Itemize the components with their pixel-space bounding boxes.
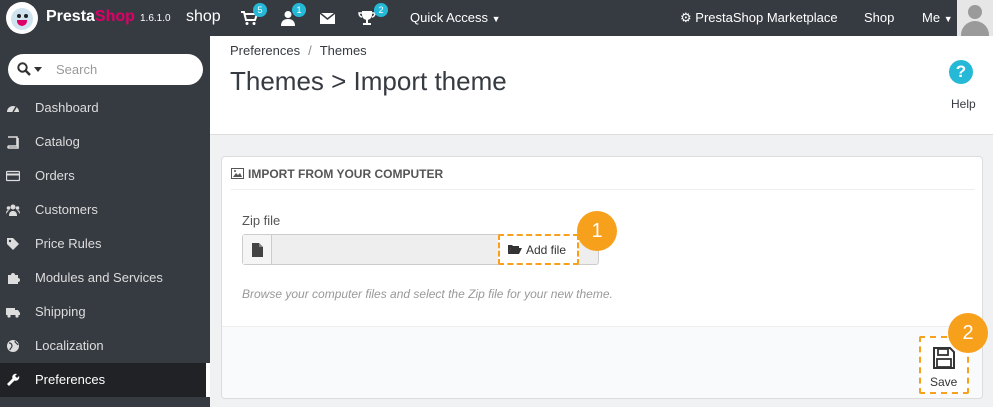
page-title: Themes > Import theme xyxy=(230,66,507,96)
trophy-icon[interactable] xyxy=(358,10,376,26)
import-panel: Import from your computer Zip file Add f… xyxy=(221,156,983,399)
envelope-icon[interactable] xyxy=(319,10,337,26)
picture-icon xyxy=(231,168,244,179)
sidebar-item-shipping[interactable]: Shipping xyxy=(0,295,210,329)
add-file-button[interactable]: Add file xyxy=(498,234,579,265)
folder-open-icon xyxy=(508,245,522,254)
help-icon[interactable]: ? xyxy=(949,60,973,84)
sidebar-item-customers[interactable]: Customers xyxy=(0,193,210,227)
trophy-badge: 2 xyxy=(374,3,388,17)
search-type-caret-icon[interactable] xyxy=(34,67,42,72)
cart-badge: 5 xyxy=(253,3,267,17)
brand-name: PrestaShop xyxy=(46,8,135,25)
me-menu[interactable]: Me ▼ xyxy=(922,10,953,25)
panel-footer: Save xyxy=(222,326,982,398)
quick-access-menu[interactable]: Quick Access ▼ xyxy=(410,10,501,25)
search-box xyxy=(8,54,203,85)
sidebar: Dashboard Catalog Orders Customers Price… xyxy=(0,36,210,407)
help-hint-text: Browse your computer files and select th… xyxy=(242,287,613,301)
sidebar-item-preferences[interactable]: Preferences xyxy=(0,363,210,397)
breadcrumb: Preferences / Themes xyxy=(230,43,367,58)
step-marker-2: 2 xyxy=(948,313,988,353)
puzzle-icon xyxy=(8,273,20,284)
breadcrumb-themes[interactable]: Themes xyxy=(320,43,367,58)
help-label[interactable]: Help xyxy=(951,97,976,111)
shop-link[interactable]: Shop xyxy=(864,10,894,25)
book-icon xyxy=(7,136,19,149)
version-label: 1.6.1.0 xyxy=(140,13,171,24)
user-badge: 1 xyxy=(292,3,306,17)
wrench-icon xyxy=(7,373,20,386)
file-icon xyxy=(252,243,263,257)
top-bar: PrestaShop 1.6.1.0 shop 5 1 2 Quick Acce… xyxy=(0,0,993,36)
sidebar-item-localization[interactable]: Localization xyxy=(0,329,210,363)
dashboard-icon xyxy=(7,106,19,113)
search-input[interactable] xyxy=(56,61,196,78)
file-icon-wrap xyxy=(243,235,272,264)
sidebar-item-orders[interactable]: Orders xyxy=(0,159,210,193)
floppy-disk-icon xyxy=(933,347,955,369)
marketplace-link[interactable]: ⚙ PrestaShop Marketplace xyxy=(680,10,838,26)
caret-down-icon: ▼ xyxy=(491,14,501,24)
tags-icon xyxy=(7,238,19,250)
sidebar-item-modules[interactable]: Modules and Services xyxy=(0,261,210,295)
zip-file-label: Zip file xyxy=(242,213,281,228)
caret-down-icon: ▼ xyxy=(943,14,953,24)
page-header: Preferences / Themes Themes > Import theme… xyxy=(210,36,993,135)
step-marker-1: 1 xyxy=(577,211,617,251)
avatar[interactable] xyxy=(957,0,993,36)
globe-icon xyxy=(7,340,19,352)
sidebar-item-dashboard[interactable]: Dashboard xyxy=(0,91,210,125)
prestashop-logo[interactable] xyxy=(6,2,38,34)
shop-name-link[interactable]: shop xyxy=(186,8,221,26)
panel-heading: Import from your computer xyxy=(231,157,975,190)
sidebar-item-catalog[interactable]: Catalog xyxy=(0,125,210,159)
users-icon xyxy=(6,204,20,216)
truck-icon xyxy=(6,308,20,318)
credit-card-icon xyxy=(6,170,20,182)
breadcrumb-preferences[interactable]: Preferences xyxy=(230,43,300,58)
search-icon[interactable] xyxy=(17,62,31,76)
puzzle-plugin-icon: ⚙ xyxy=(680,10,692,25)
sidebar-item-price-rules[interactable]: Price Rules xyxy=(0,227,210,261)
